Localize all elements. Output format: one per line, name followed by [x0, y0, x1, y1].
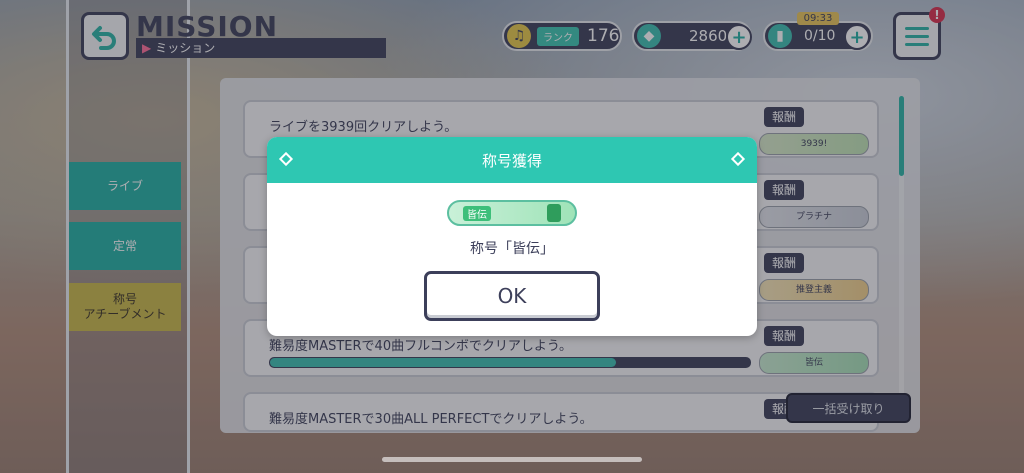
battery-icon: [547, 204, 561, 222]
dialog-title: 称号獲得: [481, 151, 542, 170]
dialog-message: 称号「皆伝」: [470, 241, 554, 257]
badge-text: 皆伝: [463, 205, 491, 221]
home-indicator[interactable]: [382, 457, 642, 462]
ok-button[interactable]: OK: [424, 271, 600, 321]
title-acquired-dialog: 称号獲得 皆伝 称号「皆伝」 OK: [267, 137, 757, 336]
title-badge: 皆伝: [447, 200, 577, 226]
dialog-header: 称号獲得: [267, 137, 757, 183]
